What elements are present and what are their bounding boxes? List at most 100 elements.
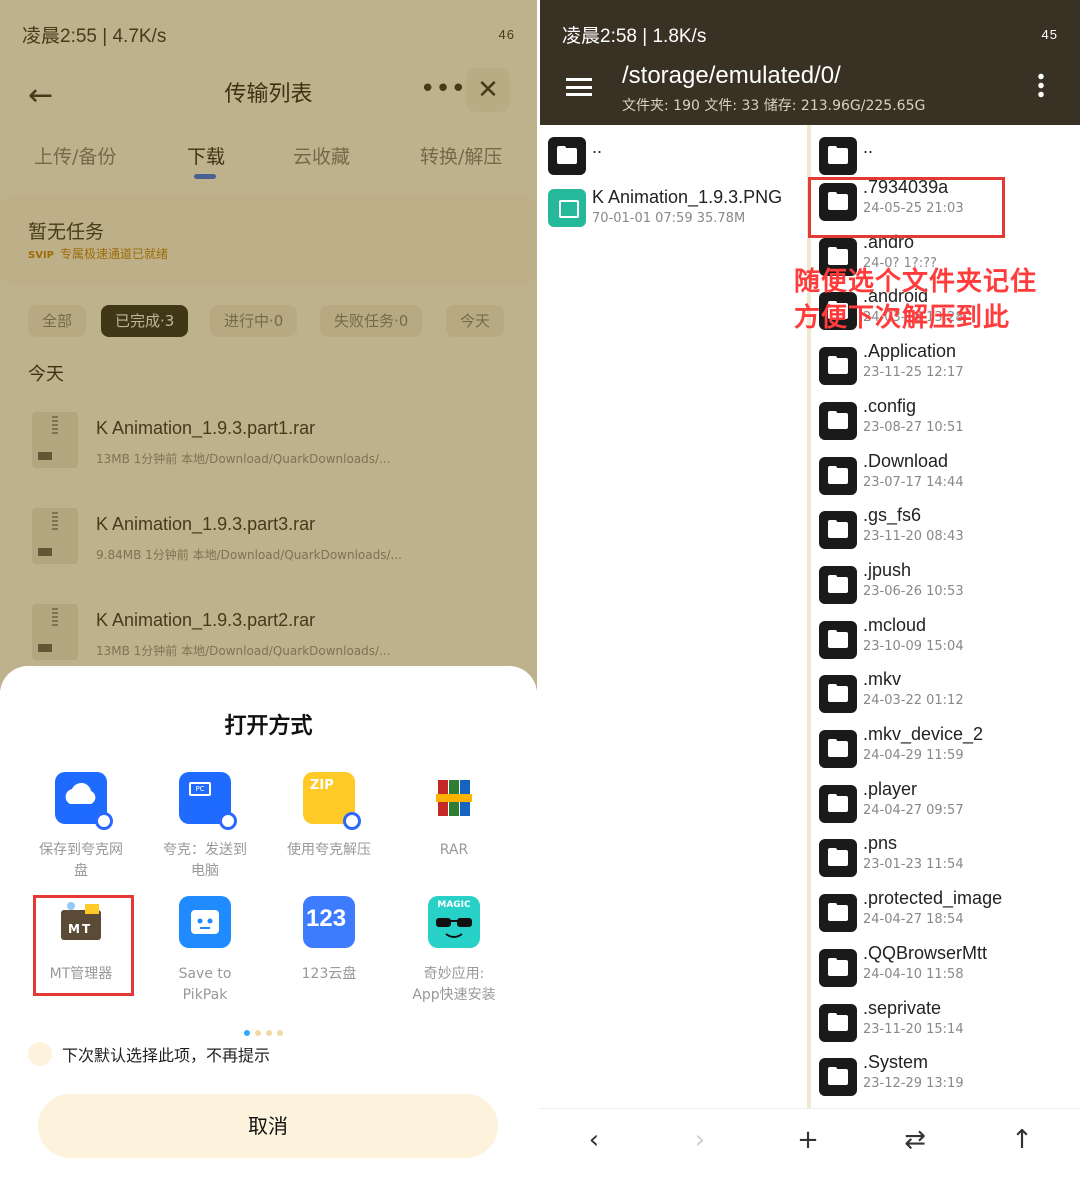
- folder-date: 24-04-29 11:59: [863, 748, 964, 763]
- modal-overlay[interactable]: [0, 0, 537, 690]
- folder-date: 24-04-10 11:58: [863, 966, 964, 982]
- cloud-app-icon: [55, 772, 113, 830]
- folder-date: 24-04-27 18:54: [863, 912, 964, 928]
- folder-row[interactable]: .config 23-08-27 10:51: [811, 392, 1080, 444]
- folder-name: .mkv_device_2: [863, 724, 984, 744]
- folder-date: 23-11-20 15:14: [863, 1021, 964, 1037]
- go-up-icon[interactable]: ↑: [1002, 1125, 1042, 1155]
- annotation-text: 随便选个文件夹记住 方便下次解压到此: [794, 267, 1038, 333]
- folder-date: 23-12-29 13:19: [863, 1076, 964, 1092]
- folder-date: 23-11-25 12:17: [863, 365, 964, 381]
- sheet-title: 打开方式: [224, 714, 313, 739]
- app-rar[interactable]: RAR: [404, 772, 504, 861]
- folder-row[interactable]: .gs_fs6 23-11-20 08:43: [811, 501, 1080, 553]
- rar-books-icon: [428, 772, 480, 824]
- folder-row[interactable]: .mkv 24-03-22 01:12: [811, 665, 1080, 717]
- folder-name: .jpush: [863, 559, 912, 580]
- folder-icon: [819, 894, 857, 933]
- nav-forward-icon[interactable]: ›: [680, 1125, 720, 1155]
- app-save-to-quark-drive[interactable]: 保存到夸克网盘: [31, 772, 131, 882]
- folder-name: .Application: [863, 341, 957, 362]
- folder-row[interactable]: .jpush 23-06-26 10:53: [811, 556, 1080, 608]
- magic-sunglasses-icon: MAGIC: [428, 896, 480, 948]
- left-screenshot: 凌晨2:55 | 4.7K/s 46 ← 传输列表 ••• ✕ 上传/备份 下载…: [0, 0, 537, 1193]
- folder-row[interactable]: .mcloud 23-10-09 15:04: [811, 611, 1080, 663]
- app-save-to-pikpak[interactable]: Save to PikPak: [155, 896, 255, 1006]
- folder-name: .player: [863, 778, 918, 799]
- folder-row[interactable]: .Download 23-07-17 14:44: [811, 447, 1080, 499]
- app-magic-install[interactable]: MAGIC 奇妙应用: App快速安装: [404, 896, 504, 1006]
- remember-choice[interactable]: 下次默认选择此项，不再提示: [28, 1042, 270, 1066]
- folder-date: 23-06-26 10:53: [863, 583, 964, 599]
- folder-icon: [548, 137, 586, 175]
- folder-icon: [819, 948, 857, 987]
- folder-name: .Download: [863, 450, 949, 471]
- remember-checkbox[interactable]: [28, 1042, 52, 1066]
- left-file-pane: .. K Animation_1.9.3.PNG 70-01-01 07:59 …: [540, 125, 808, 1108]
- folder-icon: [819, 347, 857, 386]
- right-screenshot: 凌晨2:58 | 1.8K/s 45 /storage/emulated/0/ …: [540, 0, 1080, 1193]
- folder-icon: [819, 137, 857, 175]
- folder-row[interactable]: .protected_image 24-04-27 18:54: [811, 884, 1080, 936]
- app-123-cloud[interactable]: 123 123云盘: [279, 896, 379, 985]
- storage-info: 文件夹: 190 文件: 33 储存: 213.96G/225.65G: [622, 98, 926, 114]
- folder-icon: [819, 401, 857, 440]
- folder-date: 24-03-22 01:12: [863, 693, 964, 709]
- swap-panes-icon[interactable]: ⇄: [895, 1125, 935, 1155]
- remember-label: 下次默认选择此项，不再提示: [62, 1046, 271, 1065]
- pc-app-icon: PC: [179, 772, 237, 830]
- folder-date: 24-04-27 09:57: [863, 802, 964, 818]
- status-bar: 凌晨2:58 | 1.8K/s 45: [540, 0, 1080, 68]
- folder-date: 23-10-09 15:04: [863, 638, 964, 654]
- app-toolbar: 凌晨2:58 | 1.8K/s 45 /storage/emulated/0/ …: [540, 0, 1080, 125]
- menu-hamburger-icon[interactable]: [566, 78, 592, 96]
- page-indicator: [244, 1030, 283, 1036]
- image-file-icon: [548, 189, 586, 227]
- folder-icon: [819, 1003, 857, 1042]
- bottom-nav-bar: ‹ › + ⇄ ↑: [540, 1108, 1080, 1193]
- folder-name: .pns: [863, 833, 898, 854]
- file-row-parent[interactable]: ..: [811, 127, 1080, 179]
- folder-row[interactable]: .seprivate 23-11-20 15:14: [811, 994, 1080, 1046]
- folder-icon: [819, 456, 857, 495]
- file-row[interactable]: K Animation_1.9.3.PNG 70-01-01 07:59 35.…: [540, 183, 808, 235]
- cloud-123-icon: 123: [303, 896, 355, 948]
- overflow-menu-icon[interactable]: [1038, 72, 1044, 98]
- folder-row[interactable]: .System 23-12-29 13:19: [811, 1048, 1080, 1100]
- folder-name: .System: [863, 1052, 929, 1073]
- app-quark-unzip[interactable]: ZIP 使用夸克解压: [279, 772, 379, 861]
- folder-icon: [819, 1058, 857, 1097]
- status-time: 凌晨2:58 | 1.8K/s: [562, 25, 707, 47]
- nav-back-icon[interactable]: ‹: [574, 1125, 614, 1155]
- folder-name: .gs_fs6: [863, 505, 922, 526]
- folder-icon: [819, 620, 857, 659]
- folder-icon: [819, 730, 857, 768]
- folder-date: 23-01-23 11:54: [863, 857, 964, 873]
- folder-row[interactable]: .mkv_device_2 24-04-29 11:59: [811, 720, 1080, 772]
- folder-row[interactable]: .pns 23-01-23 11:54: [811, 829, 1080, 881]
- pikpak-robot-icon: [179, 896, 231, 948]
- folder-name: ..: [863, 137, 874, 157]
- folder-icon: [819, 784, 857, 823]
- folder-name: .config: [863, 395, 917, 416]
- folder-name: .mcloud: [863, 614, 927, 635]
- folder-icon: [819, 839, 857, 878]
- folder-icon: [819, 565, 857, 604]
- folder-row[interactable]: .player 24-04-27 09:57: [811, 775, 1080, 827]
- folder-name: .seprivate: [863, 997, 942, 1018]
- cancel-button[interactable]: 取消: [38, 1094, 498, 1158]
- highlight-box-folder: [808, 177, 1005, 238]
- folder-date: 23-11-20 08:43: [863, 529, 964, 545]
- folder-date: 23-08-27 10:51: [863, 419, 964, 435]
- folder-row[interactable]: .QQBrowserMtt 24-04-10 11:58: [811, 939, 1080, 991]
- folder-icon: [819, 675, 857, 714]
- app-send-to-pc[interactable]: PC 夸克：发送到 电脑: [155, 772, 255, 882]
- battery-level: 45: [1041, 26, 1058, 42]
- add-icon[interactable]: +: [788, 1125, 828, 1155]
- folder-date: 23-07-17 14:44: [863, 474, 964, 490]
- file-row-parent[interactable]: ..: [540, 127, 808, 179]
- folder-name: .mkv: [863, 669, 901, 690]
- folder-icon: [819, 511, 857, 550]
- folder-row[interactable]: .Application 23-11-25 12:17: [811, 337, 1080, 389]
- folder-name: .protected_image: [863, 888, 1003, 909]
